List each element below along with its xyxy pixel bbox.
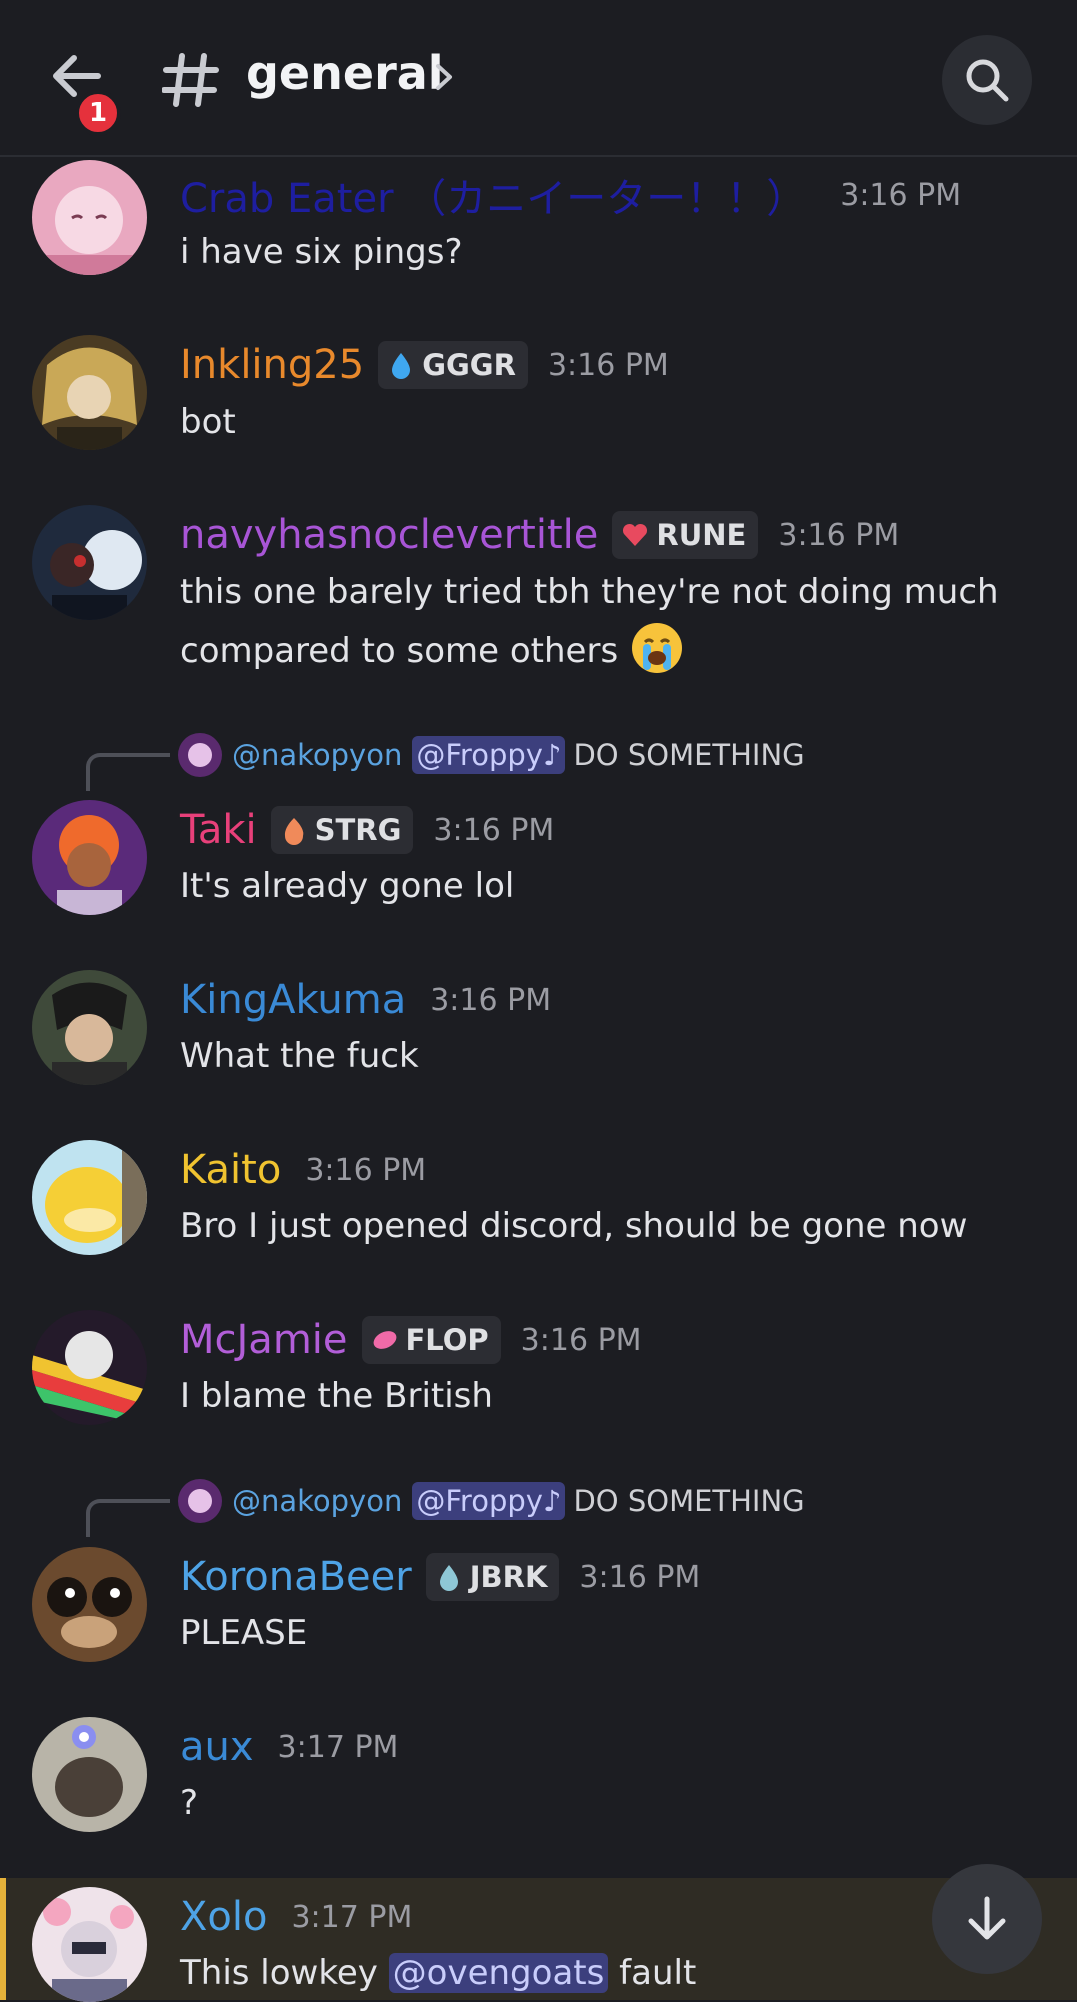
server-tag-label: STRG bbox=[314, 813, 402, 847]
channel-header: 1 general bbox=[0, 0, 1077, 157]
timestamp: 3:16 PM bbox=[520, 1322, 642, 1358]
server-tag[interactable]: GGGR bbox=[378, 341, 528, 389]
timestamp: 3:16 PM bbox=[305, 1152, 427, 1188]
server-tag-label: JBRK bbox=[469, 1560, 548, 1594]
message-text: ? bbox=[180, 1783, 199, 1823]
avatar[interactable] bbox=[32, 800, 147, 915]
avatar[interactable] bbox=[32, 1717, 147, 1832]
reply-reference[interactable]: @nakopyon @Froppy♪ DO SOMETHING bbox=[0, 1477, 1077, 1537]
water-drop-icon bbox=[392, 353, 411, 379]
message[interactable]: Taki STRG 3:16 PM It's already gone lol bbox=[0, 790, 1077, 940]
reply-text: DO SOMETHING bbox=[573, 738, 805, 772]
hash-icon bbox=[162, 53, 219, 107]
server-tag[interactable]: STRG bbox=[270, 806, 414, 854]
reply-connector bbox=[86, 1499, 170, 1537]
reply-username[interactable]: @nakopyon bbox=[232, 1484, 402, 1518]
message[interactable]: aux 3:17 PM ? bbox=[0, 1707, 1077, 1857]
message[interactable]: Crab Eater （カニイーター！！） 3:16 PM i have six… bbox=[0, 150, 1077, 300]
message[interactable]: KingAkuma 3:16 PM What the fuck bbox=[0, 960, 1077, 1110]
username[interactable]: Taki bbox=[180, 807, 257, 853]
username[interactable]: KoronaBeer bbox=[180, 1554, 412, 1600]
flame-icon bbox=[284, 818, 303, 845]
server-tag-label: GGGR bbox=[422, 348, 516, 382]
reply-username[interactable]: @nakopyon bbox=[232, 738, 402, 772]
heart-icon bbox=[623, 523, 648, 546]
timestamp: 3:16 PM bbox=[579, 1559, 701, 1595]
reply-text: DO SOMETHING bbox=[573, 1484, 805, 1518]
avatar bbox=[178, 733, 222, 777]
avatar[interactable] bbox=[32, 335, 147, 450]
timestamp: 3:16 PM bbox=[433, 812, 555, 848]
timestamp: 3:16 PM bbox=[547, 347, 669, 383]
username[interactable]: Xolo bbox=[180, 1894, 267, 1940]
lips-icon bbox=[373, 1331, 396, 1349]
reply-connector bbox=[86, 753, 170, 791]
loudly-crying-face-icon bbox=[631, 623, 682, 673]
mention[interactable]: @Froppy♪ bbox=[412, 736, 566, 774]
notification-badge: 1 bbox=[75, 90, 121, 136]
search-button[interactable] bbox=[942, 35, 1032, 125]
avatar[interactable] bbox=[32, 160, 147, 275]
avatar[interactable] bbox=[32, 1547, 147, 1662]
message-text-fragment: This lowkey bbox=[180, 1953, 378, 1993]
timestamp: 3:17 PM bbox=[291, 1899, 413, 1935]
server-tag-label: FLOP bbox=[405, 1323, 489, 1357]
message[interactable]: Kaito 3:16 PM Bro I just opened discord,… bbox=[0, 1130, 1077, 1280]
message-text: It's already gone lol bbox=[180, 866, 515, 906]
username[interactable]: Kaito bbox=[180, 1147, 281, 1193]
chevron-right-icon[interactable] bbox=[432, 60, 456, 94]
message-text-line: this one barely tried tbh they're not do… bbox=[180, 572, 999, 612]
message-text: What the fuck bbox=[180, 1036, 419, 1076]
username[interactable]: navyhasnoclevertitle bbox=[180, 512, 598, 558]
server-tag-label: RUNE bbox=[656, 518, 747, 552]
avatar bbox=[178, 1479, 222, 1523]
message[interactable]: Xolo 3:17 PM This lowkey @ovengoats faul… bbox=[0, 1877, 1077, 2002]
username[interactable]: Crab Eater （カニイーター！！） bbox=[180, 166, 806, 224]
message[interactable]: McJamie FLOP 3:16 PM I blame the British bbox=[0, 1300, 1077, 1450]
message-text: bot bbox=[180, 402, 236, 442]
avatar[interactable] bbox=[32, 1310, 147, 1425]
mention[interactable]: @ovengoats bbox=[388, 1953, 609, 1993]
message[interactable]: navyhasnoclevertitle RUNE 3:16 PM this o… bbox=[0, 490, 1077, 690]
message-text: this one barely tried tbh they're not do… bbox=[180, 564, 1040, 679]
username[interactable]: aux bbox=[180, 1724, 254, 1770]
message-text-line: compared to some others bbox=[180, 620, 1040, 679]
avatar[interactable] bbox=[32, 1140, 147, 1255]
timestamp: 3:16 PM bbox=[778, 517, 900, 553]
message-text-fragment: compared to some others bbox=[180, 631, 619, 671]
message-text: PLEASE bbox=[180, 1613, 308, 1653]
search-icon bbox=[966, 59, 1009, 102]
drop-icon bbox=[439, 1565, 458, 1591]
username[interactable]: Inkling25 bbox=[180, 342, 364, 388]
avatar[interactable] bbox=[32, 1887, 147, 2002]
reply-reference[interactable]: @nakopyon @Froppy♪ DO SOMETHING bbox=[0, 731, 1077, 791]
avatar[interactable] bbox=[32, 505, 147, 620]
message-text: I blame the British bbox=[180, 1376, 493, 1416]
username[interactable]: KingAkuma bbox=[180, 977, 406, 1023]
message-text: This lowkey @ovengoats fault bbox=[180, 1945, 1040, 2001]
username[interactable]: McJamie bbox=[180, 1317, 348, 1363]
server-tag[interactable]: FLOP bbox=[361, 1316, 501, 1364]
jump-to-present-button[interactable] bbox=[932, 1864, 1042, 1974]
message-text: Bro I just opened discord, should be gon… bbox=[180, 1206, 968, 1246]
mention[interactable]: @Froppy♪ bbox=[412, 1482, 566, 1520]
timestamp: 3:17 PM bbox=[277, 1729, 399, 1765]
message-text: i have six pings? bbox=[180, 232, 463, 272]
channel-title[interactable]: general bbox=[246, 46, 444, 100]
server-tag[interactable]: JBRK bbox=[425, 1553, 560, 1601]
arrow-down-icon bbox=[968, 1896, 1006, 1940]
message-text-fragment: fault bbox=[619, 1953, 697, 1993]
message[interactable]: KoronaBeer JBRK 3:16 PM PLEASE bbox=[0, 1537, 1077, 1687]
message[interactable]: Inkling25 GGGR 3:16 PM bot bbox=[0, 320, 1077, 470]
timestamp: 3:16 PM bbox=[840, 177, 962, 213]
server-tag[interactable]: RUNE bbox=[612, 511, 759, 559]
timestamp: 3:16 PM bbox=[430, 982, 552, 1018]
avatar[interactable] bbox=[32, 970, 147, 1085]
